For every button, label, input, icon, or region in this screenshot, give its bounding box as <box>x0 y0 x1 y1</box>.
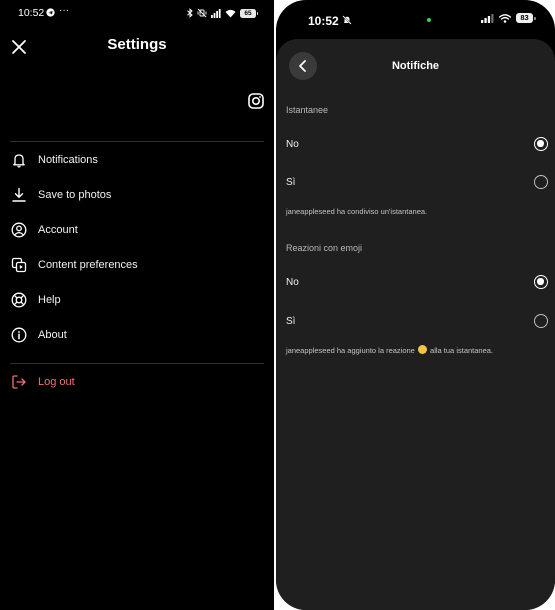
notifications-sheet: Notifiche Istantanee No Sì janeappleseed… <box>276 39 555 610</box>
laughing-emoji-icon <box>417 345 427 354</box>
divider <box>10 141 264 142</box>
radio-selected[interactable] <box>534 137 548 151</box>
wifi-icon <box>499 13 511 23</box>
content-preferences-icon <box>10 256 28 274</box>
more-notifications-icon: ··· <box>59 5 69 16</box>
option-istantanee-si[interactable]: Sì <box>286 170 548 194</box>
divider <box>10 363 264 364</box>
account-icon <box>10 221 28 239</box>
menu-item-help[interactable]: Help <box>10 287 264 313</box>
camera-in-use-indicator <box>427 18 431 22</box>
logout-icon <box>10 373 28 391</box>
wifi-icon <box>225 9 236 17</box>
bluetooth-icon <box>187 8 193 18</box>
instagram-icon[interactable] <box>247 92 265 110</box>
battery-indicator: 83 <box>516 13 536 23</box>
page-title: Notifiche <box>391 60 440 72</box>
signal-icon <box>481 13 494 23</box>
signal-icon <box>211 8 221 18</box>
status-time: 10:52 <box>18 7 45 19</box>
menu-item-save-to-photos[interactable]: Save to photos <box>10 182 264 208</box>
option-label: No <box>286 138 299 150</box>
option-istantanee-no[interactable]: No <box>286 132 548 156</box>
section-label-istantanee: Istantanee <box>286 105 329 115</box>
menu-item-account[interactable]: Account <box>10 217 264 243</box>
lifebuoy-icon <box>10 291 28 309</box>
system-icons: 65 <box>187 6 258 20</box>
preview-text-after: alla tua istantanea. <box>430 346 494 355</box>
vibrate-off-icon <box>197 8 207 18</box>
radio-unselected[interactable] <box>534 175 548 189</box>
menu-item-label: About <box>38 329 67 341</box>
option-label: No <box>286 276 299 288</box>
bell-muted-icon <box>342 15 352 25</box>
radio-unselected[interactable] <box>534 314 548 328</box>
option-label: Sì <box>286 176 296 188</box>
android-settings-screen: 10:52 ··· 65 Settings Notifications Save… <box>0 0 274 610</box>
menu-item-label: Save to photos <box>38 189 112 201</box>
menu-item-label: Content preferences <box>38 259 138 271</box>
system-icons: 83 <box>481 13 536 23</box>
option-reazioni-no[interactable]: No <box>286 270 548 294</box>
menu-item-content-preferences[interactable]: Content preferences <box>10 252 264 278</box>
menu-item-label: Account <box>38 224 78 236</box>
preview-text-before: janeappleseed ha aggiunto la reazione <box>286 346 415 355</box>
section-label-reazioni: Reazioni con emoji <box>286 243 363 253</box>
telegram-icon <box>46 8 55 17</box>
logout-button[interactable]: Log out <box>10 369 264 395</box>
preview-text: janeappleseed ha condiviso un'istantanea… <box>286 207 428 216</box>
download-icon <box>10 186 28 204</box>
menu-item-label: Help <box>38 294 61 306</box>
status-time: 10:52 <box>308 14 339 28</box>
bell-icon <box>10 151 28 169</box>
info-icon <box>10 326 28 344</box>
option-label: Sì <box>286 315 296 327</box>
ios-notifications-screen: 10:52 83 Notifiche Istantanee No Sì jane… <box>276 0 555 610</box>
menu-item-notifications[interactable]: Notifications <box>10 147 264 173</box>
ios-frame: 10:52 83 Notifiche Istantanee No Sì jane… <box>274 0 555 610</box>
radio-selected[interactable] <box>534 275 548 289</box>
page-title: Settings <box>107 36 167 53</box>
battery-indicator: 65 <box>240 8 258 18</box>
menu-item-about[interactable]: About <box>10 322 264 348</box>
preview-text-reaction: janeappleseed ha aggiunto la reazione al… <box>286 345 493 355</box>
android-status-bar: 10:52 ··· 65 <box>0 0 274 26</box>
option-reazioni-si[interactable]: Sì <box>286 309 548 333</box>
logout-label: Log out <box>38 376 75 388</box>
menu-item-label: Notifications <box>38 154 98 166</box>
